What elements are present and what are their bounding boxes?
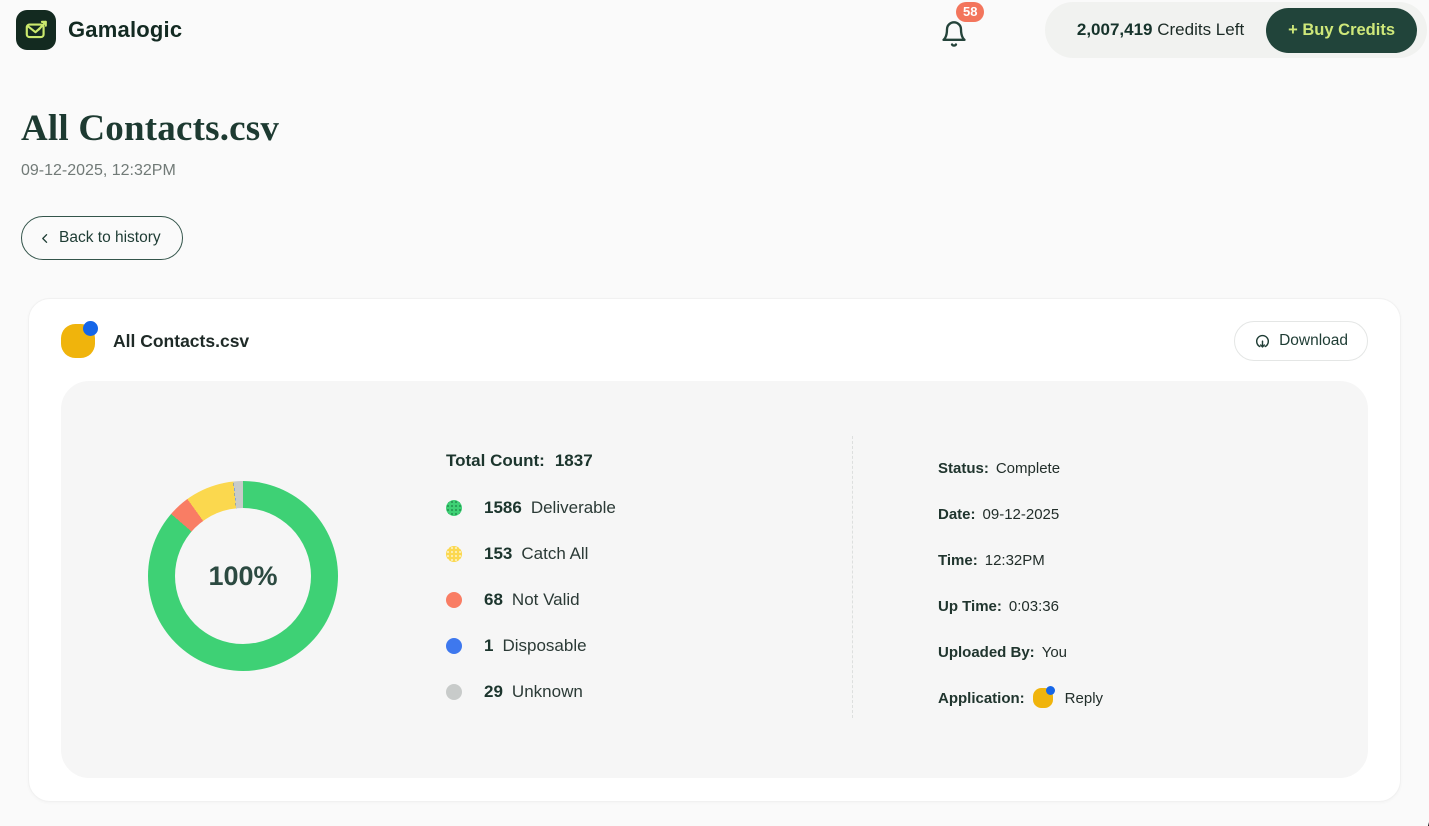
total-count-value: 1837 [555,451,593,470]
unknown-count: 29 [484,682,503,702]
credits-value: 2,007,419 [1077,20,1153,39]
application-label: Application: [938,690,1025,707]
up-time-label: Up Time: [938,598,1002,615]
reply-app-icon-dot [83,321,98,336]
disposable-count: 1 [484,636,493,656]
date-value: 09-12-2025 [983,506,1060,523]
time-value: 12:32PM [985,552,1045,569]
result-panel: 100% Total Count: 1837 1586 Deliverable 1… [61,381,1368,778]
topbar: Gamalogic 58 2,007,419 Credits Left + Bu… [0,0,1429,60]
bell-icon [940,19,968,54]
legend-row-deliverable: 1586 Deliverable [446,485,616,531]
brand-logo[interactable]: Gamalogic [16,10,182,50]
catch-all-label: Catch All [521,544,588,564]
brand-name: Gamalogic [68,17,182,43]
notification-count-badge: 58 [956,2,984,22]
mouse-cursor [1422,816,1429,826]
not-valid-dot-icon [446,592,462,608]
page-timestamp: 09-12-2025, 12:32PM [21,160,1429,182]
not-valid-count: 68 [484,590,503,610]
reply-app-icon-small [1033,688,1053,708]
disposable-label: Disposable [502,636,586,656]
back-to-history-button[interactable]: Back to history [21,216,183,260]
credits-pill: 2,007,419 Credits Left + Buy Credits [1045,2,1427,58]
vertical-divider [852,436,853,718]
card-header: All Contacts.csv Download [61,322,1368,360]
deliverable-label: Deliverable [531,498,616,518]
donut-chart: 100% [148,481,338,671]
back-button-label: Back to history [59,229,161,247]
date-label: Date: [938,506,976,523]
donut-center-label: 100% [208,561,277,592]
credits-suffix: Credits Left [1153,20,1245,39]
result-card: All Contacts.csv Download 100% Total Cou… [28,298,1401,802]
buy-credits-button[interactable]: + Buy Credits [1266,8,1417,53]
reply-app-icon [61,324,95,358]
details-column: Status: Complete Date: 09-12-2025 Time: … [938,459,1103,735]
legend-row-catch-all: 153 Catch All [446,531,616,577]
reply-app-icon-small-dot [1046,686,1055,695]
download-button[interactable]: Download [1234,321,1368,361]
not-valid-label: Not Valid [512,590,580,610]
page-title: All Contacts.csv [21,106,1429,152]
catch-all-count: 153 [484,544,512,564]
unknown-dot-icon [446,684,462,700]
uploaded-by-label: Uploaded By: [938,644,1035,661]
legend-row-not-valid: 68 Not Valid [446,577,616,623]
application-value: Reply [1065,690,1103,707]
detail-row-application: Application: Reply [938,689,1103,707]
stats-column: Total Count: 1837 1586 Deliverable 153 Ca… [446,451,616,715]
credits-left-text: 2,007,419 Credits Left [1077,20,1244,40]
deliverable-count: 1586 [484,498,522,518]
page-head: All Contacts.csv 09-12-2025, 12:32PM Bac… [0,106,1429,260]
legend-row-disposable: 1 Disposable [446,623,616,669]
file-info: All Contacts.csv [61,324,249,358]
catch-all-dot-icon [446,546,462,562]
chevron-left-icon [39,232,52,245]
up-time-value: 0:03:36 [1009,598,1059,615]
disposable-dot-icon [446,638,462,654]
detail-row-date: Date: 09-12-2025 [938,505,1103,523]
file-name: All Contacts.csv [113,331,249,352]
total-count-row: Total Count: 1837 [446,451,616,471]
status-value: Complete [996,460,1060,477]
status-label: Status: [938,460,989,477]
legend-row-unknown: 29 Unknown [446,669,616,715]
uploaded-by-value: You [1042,644,1067,661]
time-label: Time: [938,552,978,569]
detail-row-up-time: Up Time: 0:03:36 [938,597,1103,615]
detail-row-uploaded-by: Uploaded By: You [938,643,1103,661]
unknown-label: Unknown [512,682,583,702]
deliverable-dot-icon [446,500,462,516]
gamalogic-envelope-icon [16,10,56,50]
detail-row-status: Status: Complete [938,459,1103,477]
total-count-label: Total Count: [446,451,545,470]
download-button-label: Download [1279,332,1348,350]
detail-row-time: Time: 12:32PM [938,551,1103,569]
download-icon [1254,333,1271,350]
notifications-button[interactable]: 58 [940,12,980,54]
